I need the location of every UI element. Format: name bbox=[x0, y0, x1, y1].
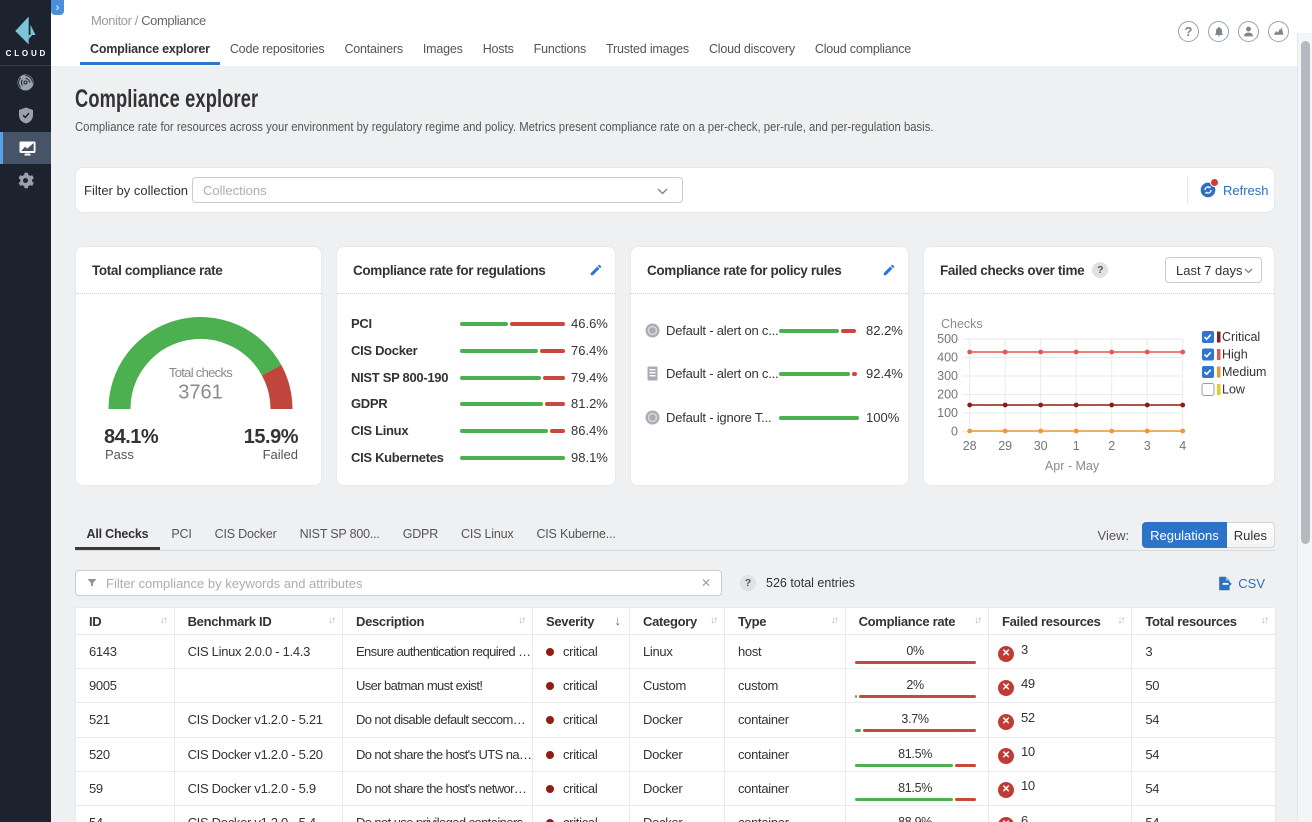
svg-text:High: High bbox=[1222, 348, 1248, 362]
svg-text:Failed: Failed bbox=[263, 447, 298, 462]
svg-text:84.1%: 84.1% bbox=[104, 426, 159, 448]
svg-text:Low: Low bbox=[1222, 383, 1246, 397]
svg-text:200: 200 bbox=[937, 388, 958, 402]
svg-text:Pass: Pass bbox=[105, 447, 134, 462]
svg-text:400: 400 bbox=[937, 351, 958, 365]
svg-text:Total checks: Total checks bbox=[169, 365, 233, 380]
svg-text:1: 1 bbox=[1073, 439, 1080, 453]
svg-text:3: 3 bbox=[1144, 439, 1151, 453]
svg-text:300: 300 bbox=[937, 369, 958, 383]
svg-text:2: 2 bbox=[1108, 439, 1115, 453]
svg-text:Checks: Checks bbox=[941, 317, 983, 331]
svg-text:15.9%: 15.9% bbox=[244, 426, 299, 448]
svg-text:Medium: Medium bbox=[1222, 365, 1266, 379]
svg-text:4: 4 bbox=[1179, 439, 1186, 453]
svg-text:500: 500 bbox=[937, 332, 958, 346]
svg-text:30: 30 bbox=[1034, 439, 1048, 453]
svg-text:100: 100 bbox=[937, 406, 958, 420]
svg-text:28: 28 bbox=[963, 439, 977, 453]
svg-text:0: 0 bbox=[951, 425, 958, 439]
svg-text:Critical: Critical bbox=[1222, 330, 1260, 344]
svg-text:3761: 3761 bbox=[178, 382, 223, 404]
svg-text:Apr - May: Apr - May bbox=[1045, 459, 1100, 473]
svg-text:29: 29 bbox=[998, 439, 1012, 453]
